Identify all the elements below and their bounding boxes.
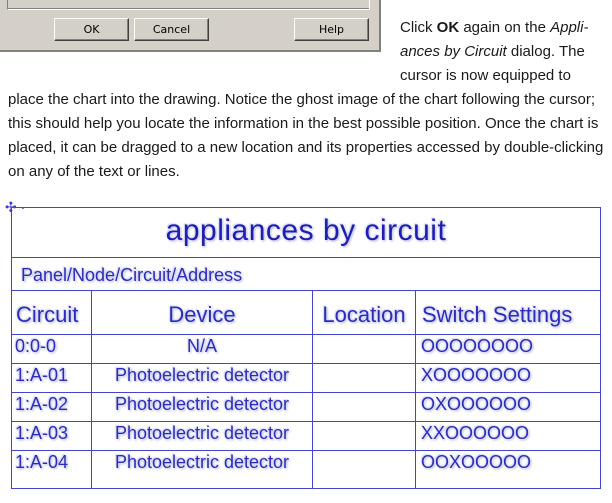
cell-device: Photoelectric detector (114, 452, 290, 472)
cell-switch-settings: XOOOOOOO (421, 365, 532, 385)
cell-circuit: 1:A-03 (15, 423, 69, 443)
cell-switch-settings: OXOOOOOO (421, 394, 532, 414)
cell-device: N/A (186, 336, 217, 356)
header-location: Location (322, 302, 406, 327)
chart-title-row (12, 208, 600, 258)
cell-switch-settings: OOXOOOOO (421, 452, 532, 472)
header-device: Device (168, 302, 236, 327)
instruction-paragraph-1: Click OK again on the Appli-ances by Cir… (400, 19, 589, 84)
cell-switch-settings: XXOOOOOO (421, 423, 530, 443)
chart-subtitle-row (12, 257, 600, 291)
help-button[interactable]: Help (294, 18, 369, 41)
header-switch-settings: Switch Settings (422, 302, 573, 327)
appliances-dialog-fragment: OK Cancel Help (0, 0, 381, 52)
cell-circuit: 1:A-04 (15, 452, 69, 472)
appliances-by-circuit-chart[interactable]: appliances by circuit Panel/Node/Circuit… (11, 207, 601, 489)
header-circuit: Circuit (16, 302, 79, 327)
cell-device: Photoelectric detector (114, 423, 290, 443)
ok-button[interactable]: OK (54, 18, 129, 41)
dialog-panel-edge (7, 0, 370, 10)
cell-circuit: 1:A-02 (15, 394, 69, 414)
cell-circuit: 0:0-0 (15, 336, 57, 356)
instruction-paragraph-2: place the chart into the drawing. Notice… (8, 91, 604, 180)
cell-device: Photoelectric detector (114, 365, 290, 385)
cancel-button[interactable]: Cancel (134, 18, 209, 41)
cell-device: Photoelectric detector (114, 394, 290, 414)
cell-circuit: 1:A-01 (15, 365, 69, 385)
cell-switch-settings: OOOOOOOO (421, 336, 534, 356)
column-divider (415, 290, 416, 488)
